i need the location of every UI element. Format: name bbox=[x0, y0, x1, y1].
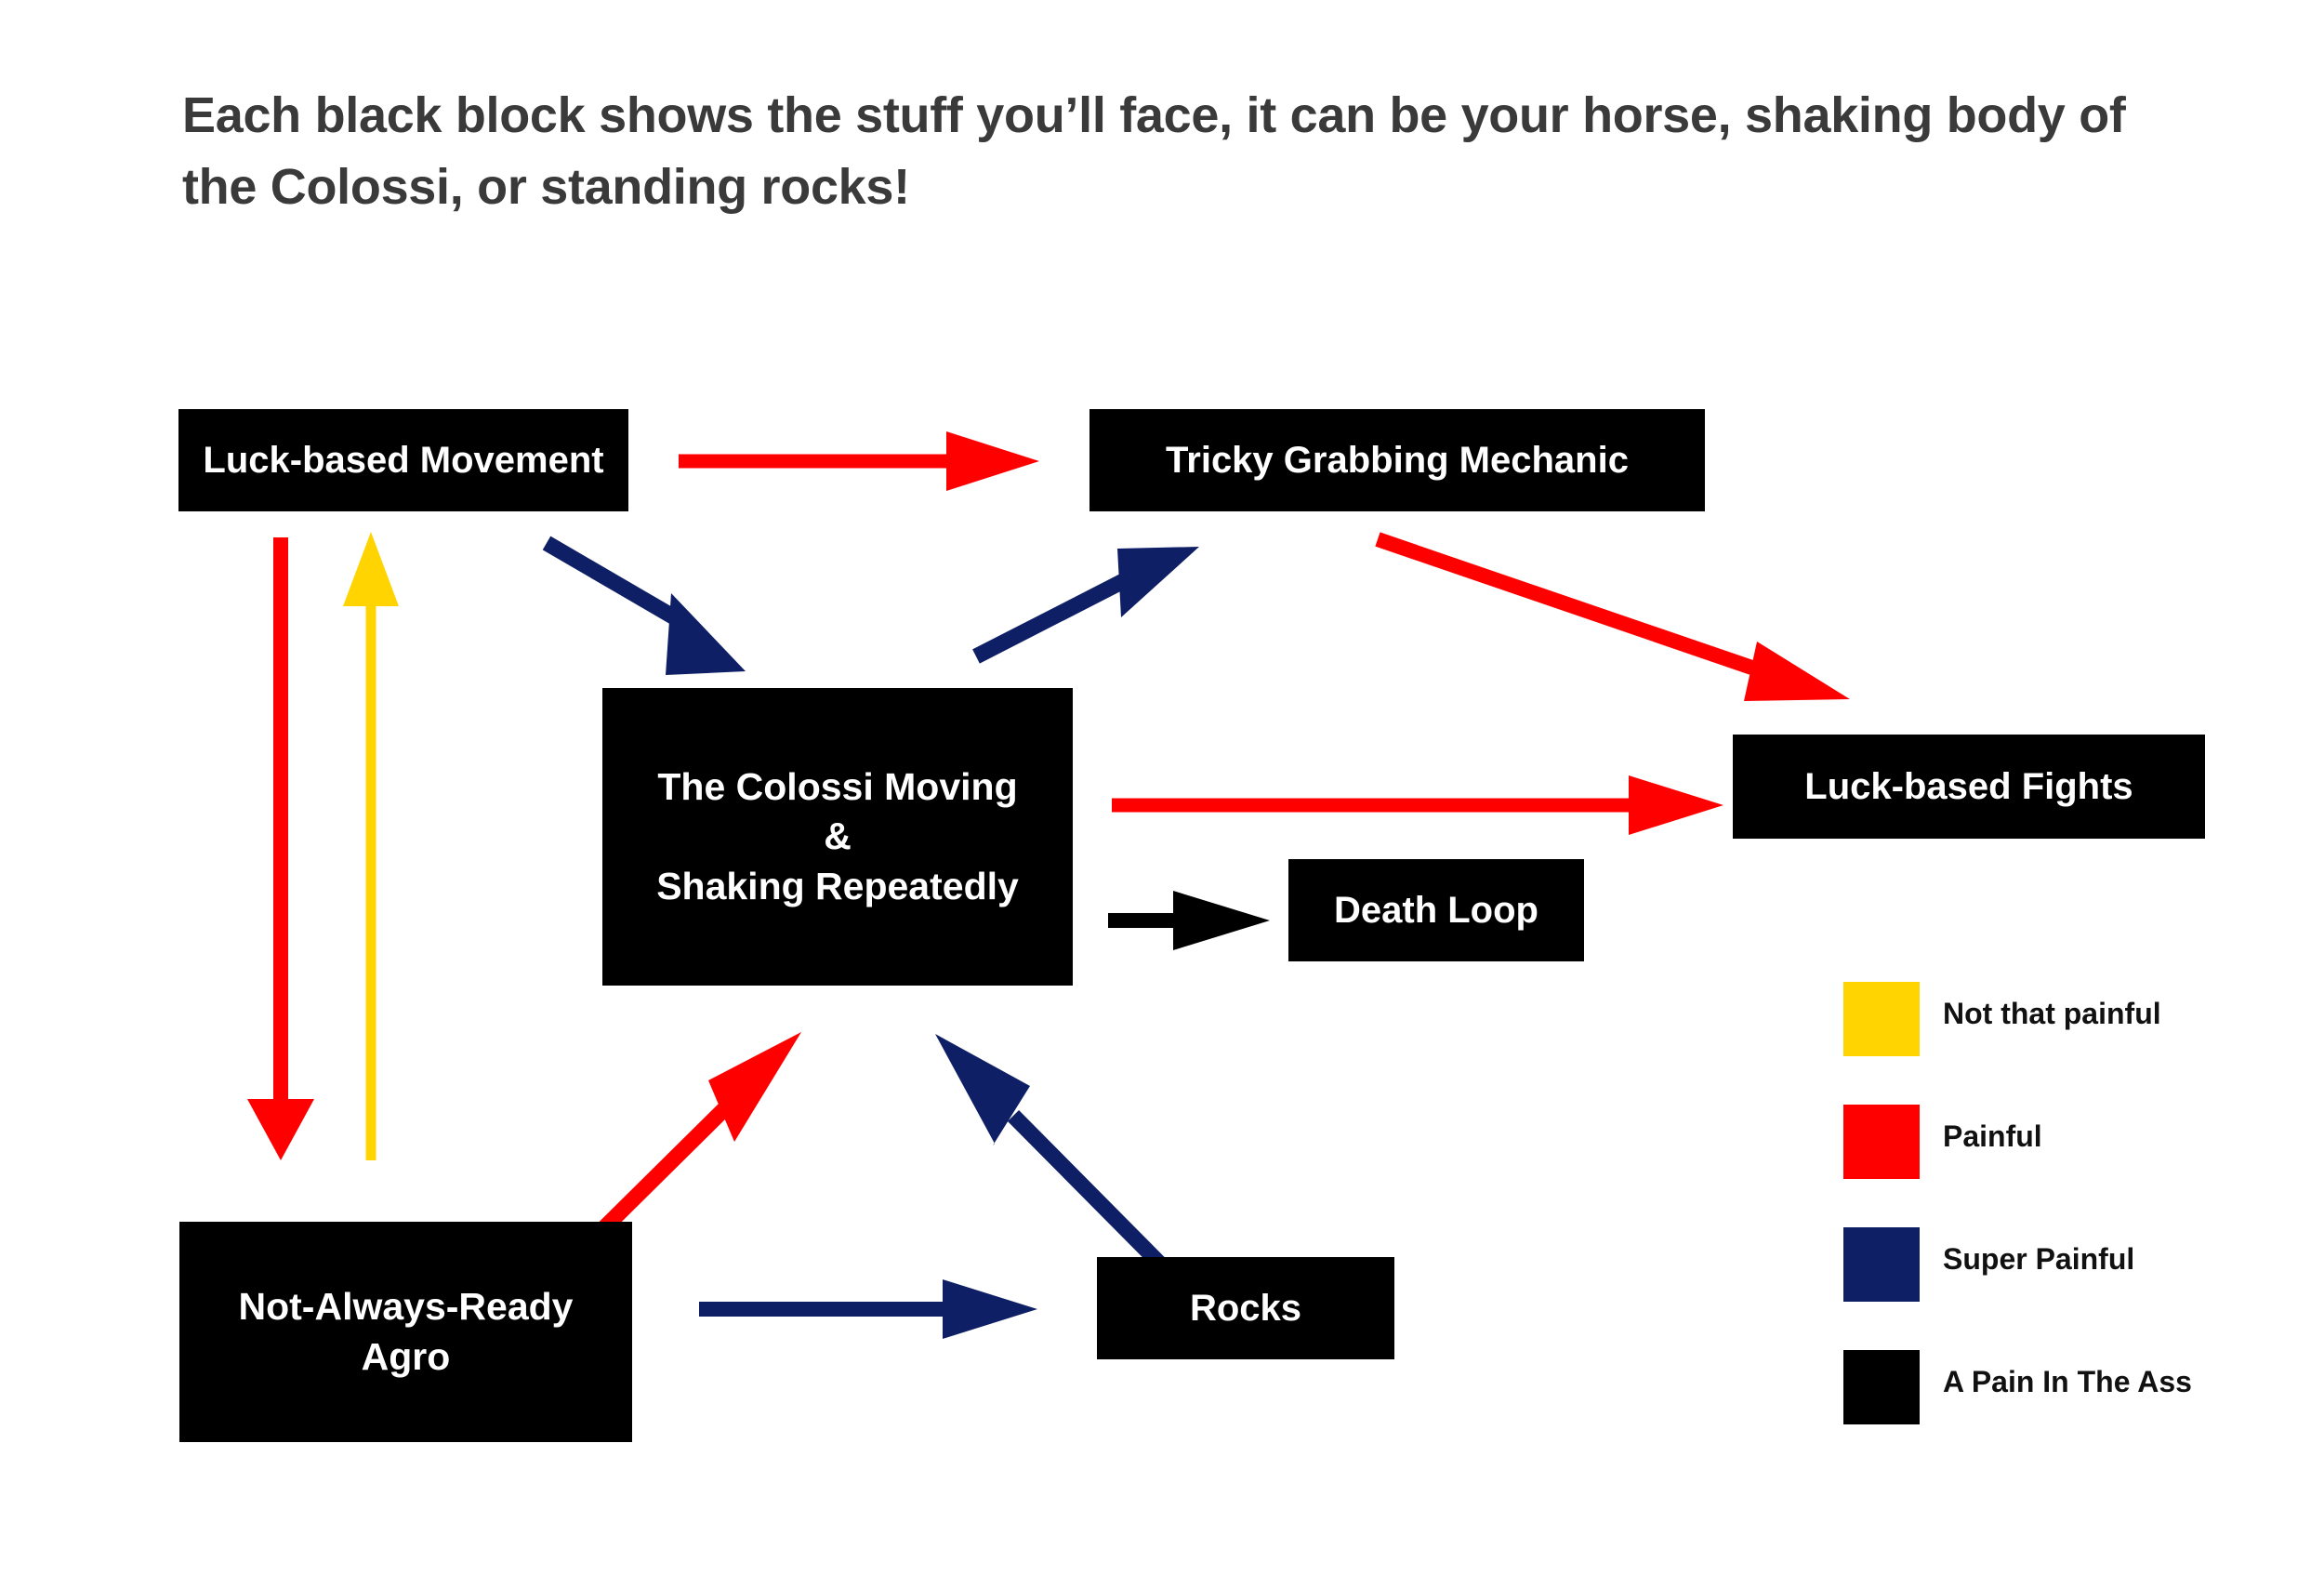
legend-item: Painful bbox=[1843, 1099, 2308, 1222]
node-label: Not-Always-Ready Agro bbox=[238, 1285, 574, 1378]
legend: Not that painful Painful Super Painful A… bbox=[1843, 976, 2308, 1467]
node-label: Death Loop bbox=[1334, 890, 1538, 931]
node-death-loop[interactable]: Death Loop bbox=[1288, 859, 1584, 961]
legend-label: Super Painful bbox=[1943, 1242, 2135, 1276]
legend-item: A Pain In The Ass bbox=[1843, 1344, 2308, 1467]
legend-swatch-painful bbox=[1843, 1105, 1920, 1179]
legend-item: Not that painful bbox=[1843, 976, 2308, 1099]
node-label: Luck-based Movement bbox=[203, 440, 604, 481]
node-label: Luck-based Fights bbox=[1804, 766, 2133, 807]
edge-luck-movement-to-colossi bbox=[542, 536, 746, 675]
legend-swatch-pain-in-the-ass bbox=[1843, 1350, 1920, 1424]
node-label: The Colossi Moving & Shaking Repeatedly bbox=[656, 765, 1019, 907]
legend-swatch-super-painful bbox=[1843, 1227, 1920, 1302]
node-label: Rocks bbox=[1189, 1288, 1302, 1329]
diagram-canvas: Each black block shows the stuff you’ll … bbox=[0, 0, 2324, 1589]
legend-label: A Pain In The Ass bbox=[1943, 1365, 2192, 1398]
node-luck-based-fights[interactable]: Luck-based Fights bbox=[1733, 735, 2205, 839]
node-luck-based-movement[interactable]: Luck-based Movement bbox=[178, 409, 628, 511]
edge-agro-to-rocks bbox=[699, 1279, 1037, 1339]
node-tricky-grabbing-mechanic[interactable]: Tricky Grabbing Mechanic bbox=[1089, 409, 1705, 511]
legend-swatch-not-that-painful bbox=[1843, 982, 1920, 1056]
node-rocks[interactable]: Rocks bbox=[1097, 1257, 1394, 1359]
edge-tricky-grab-to-luck-fights bbox=[1375, 532, 1850, 701]
edge-colossi-to-death-loop bbox=[1108, 891, 1270, 950]
legend-item: Super Painful bbox=[1843, 1222, 2308, 1344]
node-label: Tricky Grabbing Mechanic bbox=[1166, 440, 1629, 481]
node-not-always-ready-agro[interactable]: Not-Always-Ready Agro bbox=[179, 1222, 632, 1442]
legend-label: Painful bbox=[1943, 1119, 2042, 1153]
node-colossi-moving-shaking[interactable]: The Colossi Moving & Shaking Repeatedly bbox=[602, 688, 1073, 986]
edge-colossi-to-luck-fights bbox=[1112, 775, 1723, 835]
edge-luck-movement-to-agro bbox=[247, 537, 314, 1160]
edge-colossi-to-tricky-grab bbox=[972, 547, 1199, 664]
legend-label: Not that painful bbox=[1943, 997, 2161, 1030]
edge-agro-to-luck-movement bbox=[343, 532, 399, 1160]
edge-luck-movement-to-tricky-grab bbox=[679, 431, 1039, 491]
